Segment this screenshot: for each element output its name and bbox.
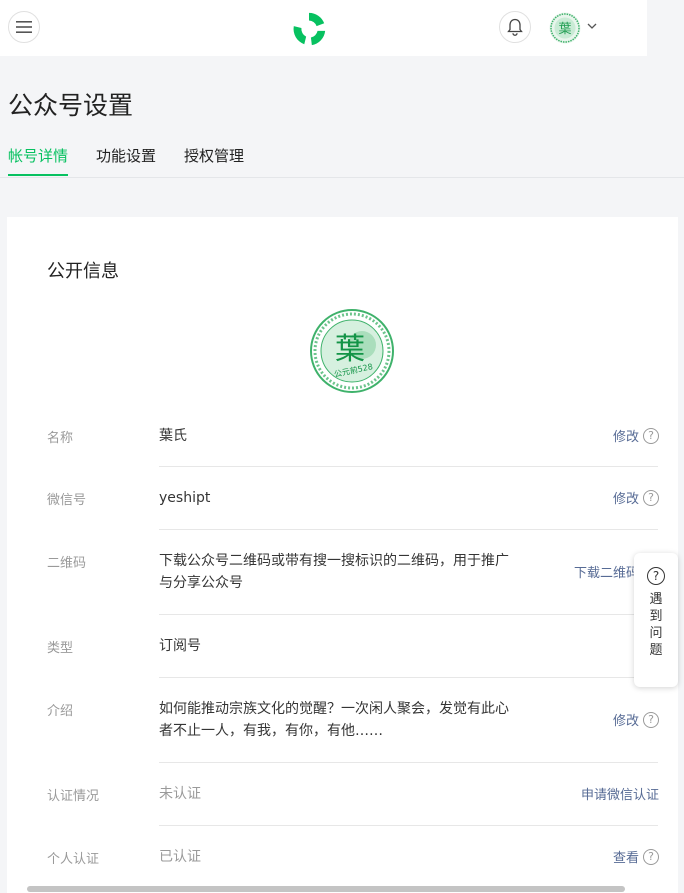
chevron-down-icon[interactable]	[587, 22, 597, 30]
edit-intro-button[interactable]: 修改 ?	[613, 710, 659, 729]
info-row-verification: 认证情况 未认证 申请微信认证	[47, 783, 659, 805]
bell-icon	[507, 18, 523, 36]
row-label: 认证情况	[47, 789, 100, 804]
divider	[159, 677, 658, 678]
page-title: 公众号设置	[8, 91, 134, 120]
action-label: 修改	[612, 492, 639, 507]
account-logo: 葉 公元前528	[310, 309, 394, 393]
action-label: 修改	[612, 430, 639, 445]
help-label: 遇到问题	[649, 592, 663, 658]
tab-feature-settings[interactable]: 功能设置	[96, 145, 156, 176]
row-value: 下载公众号二维码或带有搜一搜标识的二维码，用于推广与分享公众号	[159, 553, 509, 591]
question-icon[interactable]: ?	[643, 848, 659, 865]
section-title: 公开信息	[47, 261, 119, 282]
action-label: 下载二维码	[573, 566, 639, 581]
action-label: 修改	[612, 714, 639, 729]
download-qrcode-button[interactable]: 下载二维码	[574, 562, 639, 581]
avatar-text: 葉	[558, 22, 571, 37]
question-icon[interactable]: ?	[643, 711, 659, 728]
help-widget[interactable]: ? 遇到问题	[634, 553, 678, 687]
row-value: 订阅号	[159, 638, 201, 654]
row-value: yeshipt	[159, 490, 211, 506]
tab-authorization-management[interactable]: 授权管理	[184, 145, 244, 176]
info-row-type: 类型 订阅号	[47, 635, 659, 657]
info-row-name: 名称 葉氏 修改 ?	[47, 425, 659, 447]
row-label: 二维码	[47, 556, 87, 571]
row-label: 类型	[47, 641, 74, 656]
row-label: 介绍	[47, 704, 74, 719]
view-verification-button[interactable]: 查看 ?	[613, 847, 659, 866]
action-label: 申请微信认证	[580, 788, 659, 803]
row-value: 未认证	[159, 786, 201, 802]
row-value: 葉氏	[159, 428, 187, 444]
info-row-personal-verification: 个人认证 已认证 查看 ?	[47, 846, 659, 868]
edit-wechat-id-button[interactable]: 修改 ?	[613, 488, 659, 507]
tab-account-details[interactable]: 帐号详情	[8, 145, 69, 176]
info-row-wechat-id: 微信号 yeshipt 修改 ?	[47, 487, 659, 509]
row-value: 已认证	[159, 849, 201, 865]
question-icon[interactable]: ?	[643, 489, 659, 506]
divider	[159, 825, 658, 826]
menu-button[interactable]	[8, 11, 40, 43]
row-label: 个人认证	[47, 852, 100, 867]
info-row-qrcode: 二维码 下载公众号二维码或带有搜一搜标识的二维码，用于推广与分享公众号 下载二维…	[47, 550, 659, 594]
account-avatar[interactable]: 葉	[549, 12, 581, 44]
row-value: 如何能推动宗族文化的觉醒？一次闲人聚会，发觉有此心者不止一人，有我，有你，有他……	[159, 701, 509, 739]
logo-char: 葉	[335, 332, 365, 367]
wechat-mp-logo-icon[interactable]	[290, 10, 328, 48]
notification-button[interactable]	[499, 11, 531, 43]
question-icon[interactable]: ?	[643, 427, 659, 444]
public-info-card: 公开信息 葉 公元前528 名称 葉氏 修改 ? 微信号 yeshipt 修改 …	[7, 217, 678, 893]
divider	[159, 762, 658, 763]
row-label: 微信号	[47, 493, 87, 508]
divider	[159, 614, 658, 615]
divider	[159, 466, 658, 467]
tab-bar: 帐号详情 功能设置 授权管理	[0, 145, 684, 178]
action-label: 查看	[612, 851, 639, 866]
apply-verification-link[interactable]: 申请微信认证	[581, 784, 659, 803]
question-circle-icon: ?	[647, 567, 665, 585]
info-row-intro: 介绍 如何能推动宗族文化的觉醒？一次闲人聚会，发觉有此心者不止一人，有我，有你，…	[47, 698, 659, 742]
edit-name-button[interactable]: 修改 ?	[613, 426, 659, 445]
top-bar: 葉	[0, 0, 647, 56]
divider	[159, 529, 658, 530]
row-label: 名称	[47, 431, 74, 446]
horizontal-scrollbar[interactable]	[27, 886, 625, 892]
hamburger-menu-icon	[16, 21, 32, 33]
